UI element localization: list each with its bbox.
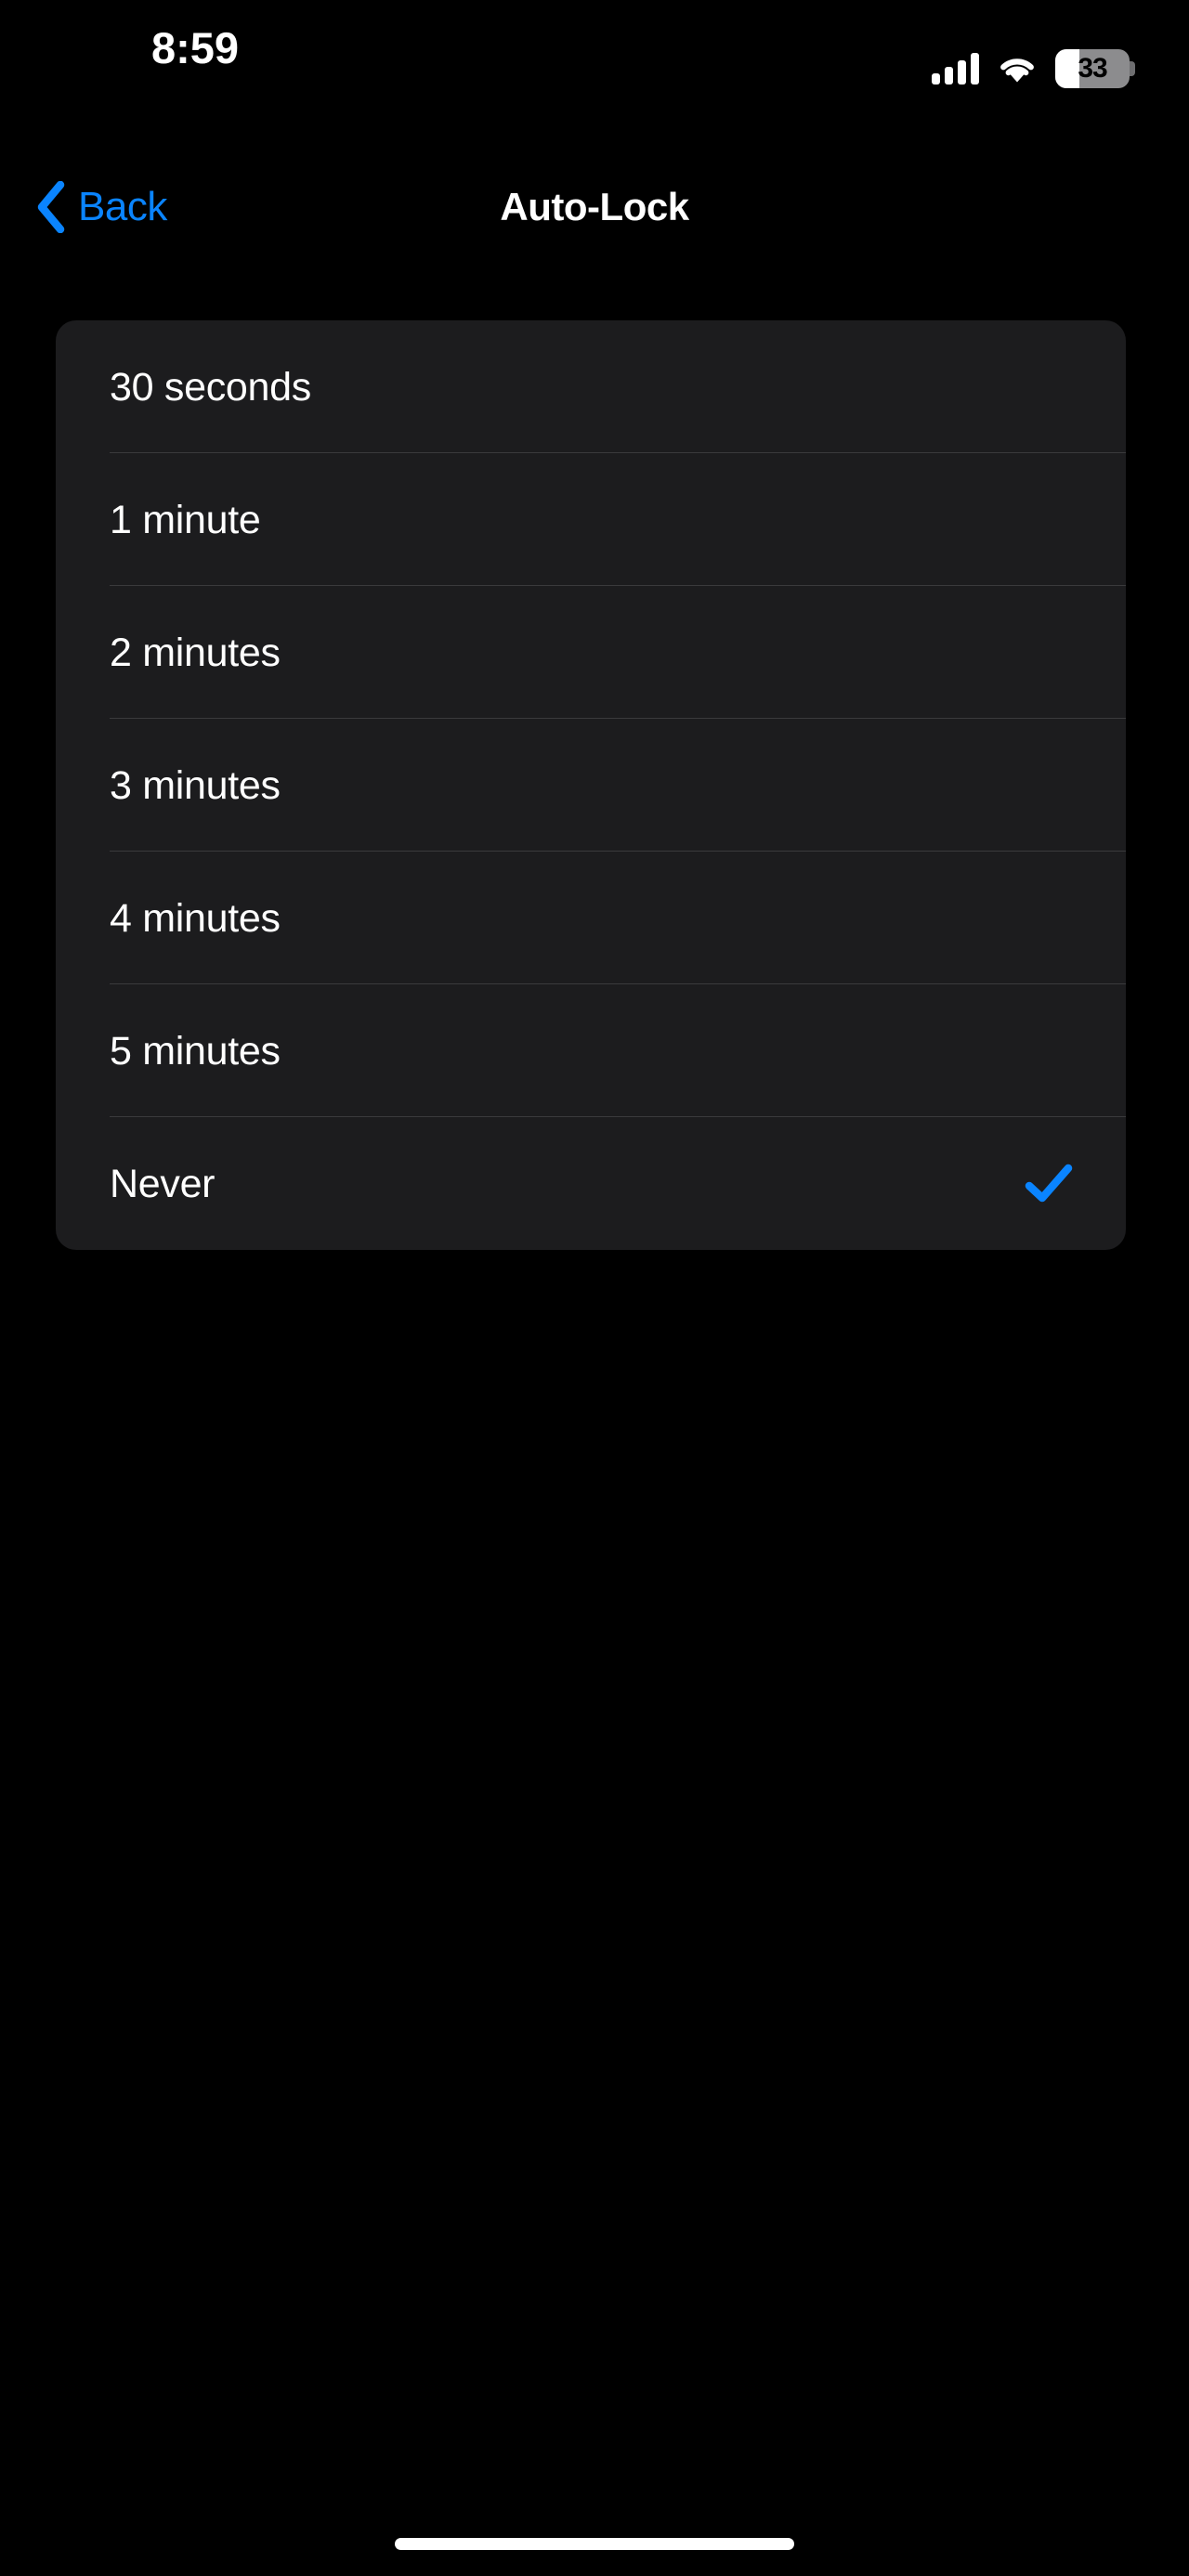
wifi-icon <box>996 53 1039 85</box>
list-item[interactable]: 2 minutes <box>56 586 1126 719</box>
list-item-label: 1 minute <box>110 497 261 542</box>
list-item[interactable]: Never <box>56 1117 1126 1250</box>
checkmark-icon <box>1024 1026 1074 1076</box>
list-item-label: 30 seconds <box>110 364 311 410</box>
page-title: Auto-Lock <box>500 185 689 228</box>
checkmark-icon <box>1024 893 1074 943</box>
checkmark-icon <box>1024 628 1074 678</box>
battery-icon: 33 <box>1055 49 1135 88</box>
checkmark-icon <box>1024 761 1074 811</box>
list-item-label: 4 minutes <box>110 895 281 941</box>
cellular-signal-icon <box>932 53 979 85</box>
status-bar: 8:59 33 <box>0 0 1189 102</box>
status-bar-indicators: 33 <box>932 48 1135 89</box>
status-bar-time: 8:59 <box>150 23 240 72</box>
checkmark-icon <box>1024 495 1074 545</box>
battery-cap <box>1130 61 1135 76</box>
checkmark-icon <box>1024 1159 1074 1209</box>
navigation-bar: Back Auto-Lock <box>0 163 1189 252</box>
list-item-label: 2 minutes <box>110 630 281 675</box>
list-item[interactable]: 3 minutes <box>56 719 1126 852</box>
list-item-label: 3 minutes <box>110 762 281 808</box>
list-item[interactable]: 4 minutes <box>56 852 1126 984</box>
list-item-label: 5 minutes <box>110 1028 281 1073</box>
list-item[interactable]: 30 seconds <box>56 320 1126 453</box>
list-item-label: Never <box>110 1161 216 1206</box>
list-item[interactable]: 1 minute <box>56 453 1126 586</box>
checkmark-icon <box>1024 362 1074 412</box>
home-indicator <box>395 2538 794 2550</box>
battery-percent-label: 33 <box>1078 53 1107 84</box>
auto-lock-options-list: 30 seconds 1 minute 2 minutes 3 minutes 4 mi… <box>56 320 1126 1250</box>
list-item[interactable]: 5 minutes <box>56 984 1126 1117</box>
